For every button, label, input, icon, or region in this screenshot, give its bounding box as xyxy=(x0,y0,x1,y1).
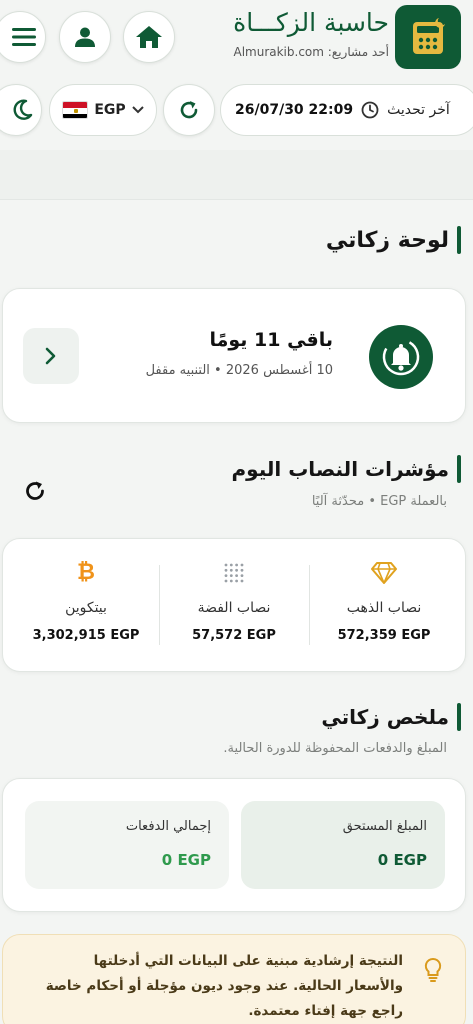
home-icon xyxy=(136,26,162,48)
home-button[interactable] xyxy=(123,11,175,63)
nisab-title: مؤشرات النصاب اليوم xyxy=(232,455,461,483)
dots-grid-icon xyxy=(224,563,244,583)
menu-button[interactable] xyxy=(0,11,46,63)
refresh-icon xyxy=(180,101,198,119)
dashboard-title: لوحة زكاتي xyxy=(326,226,461,254)
notice-line-2: والأسعار الحالية. عند وجود ديون مؤجلة أو… xyxy=(45,978,403,994)
reminder-open-button[interactable] xyxy=(23,328,79,384)
chevron-right-icon xyxy=(45,347,56,365)
app-subtitle: أحد مشاريع: Almurakib.com xyxy=(233,45,389,59)
user-icon xyxy=(75,27,95,47)
notice-line-1: النتيجة إرشادية مبنية على البيانات التي … xyxy=(93,953,403,969)
bell-icon xyxy=(382,338,420,376)
payments-total-box: إجمالي الدفعات 0 EGP xyxy=(25,801,229,889)
title-accent-bar xyxy=(457,455,461,483)
nisab-silver: نصاب الفضة 57,572 EGP xyxy=(159,539,309,671)
refresh-button[interactable] xyxy=(163,84,215,136)
currency-code: EGP xyxy=(94,102,126,118)
theme-toggle-button[interactable] xyxy=(0,84,42,136)
app-logo[interactable] xyxy=(395,5,461,69)
divider xyxy=(309,565,310,645)
nisab-refresh-button[interactable] xyxy=(20,476,50,506)
gem-icon xyxy=(371,562,397,584)
nisab-bitcoin: ₿ بيتكوين 3,302,915 EGP xyxy=(32,560,140,644)
calculator-icon xyxy=(413,18,445,54)
currency-select[interactable]: EGP xyxy=(49,84,157,136)
title-accent-bar xyxy=(457,703,461,731)
reminder-title: باقي 11 يومًا xyxy=(209,329,333,351)
disclaimer-notice: النتيجة إرشادية مبنية على البيانات التي … xyxy=(2,934,466,1024)
title-accent-bar xyxy=(457,226,461,254)
nisab-gold: نصاب الذهب 572,359 EGP xyxy=(309,539,459,671)
lightbulb-icon xyxy=(424,957,442,982)
bitcoin-icon: ₿ xyxy=(77,560,95,585)
reminder-subtitle: 10 أغسطس 2026 • التنبيه مقفل xyxy=(145,363,333,378)
clock-icon xyxy=(361,101,379,119)
header-band xyxy=(0,150,473,200)
summary-card: المبلغ المستحق 0 EGP إجمالي الدفعات 0 EG… xyxy=(2,778,466,912)
last-update-label: آخر تحديث xyxy=(387,102,450,118)
nisab-subtitle: بالعملة EGP • محدّثة آليًا xyxy=(311,494,447,509)
nisab-card: نصاب الذهب 572,359 EGP نصاب الفضة 57,572… xyxy=(2,538,466,672)
reminder-card[interactable]: باقي 11 يومًا 10 أغسطس 2026 • التنبيه مق… xyxy=(2,288,466,423)
menu-icon xyxy=(12,28,36,46)
user-button[interactable] xyxy=(59,11,111,63)
chevron-down-icon xyxy=(131,106,144,114)
reminder-icon-badge xyxy=(369,325,433,389)
due-amount-box: المبلغ المستحق 0 EGP xyxy=(241,801,445,889)
egypt-flag-icon xyxy=(62,101,89,119)
moon-icon xyxy=(13,99,33,120)
last-update-pill: 26/07/30 22:09 آخر تحديث xyxy=(220,84,473,136)
last-update-value: 26/07/30 22:09 xyxy=(235,102,354,118)
summary-subtitle: المبلغ والدفعات المحفوظة للدورة الحالية. xyxy=(223,741,447,756)
notice-line-3: راجع جهة إفتاء معتمدة. xyxy=(248,1003,403,1019)
refresh-icon xyxy=(26,481,44,500)
summary-title: ملخص زكاتي xyxy=(321,703,461,731)
app-title: حاسبة الزكـــاة xyxy=(233,8,389,37)
